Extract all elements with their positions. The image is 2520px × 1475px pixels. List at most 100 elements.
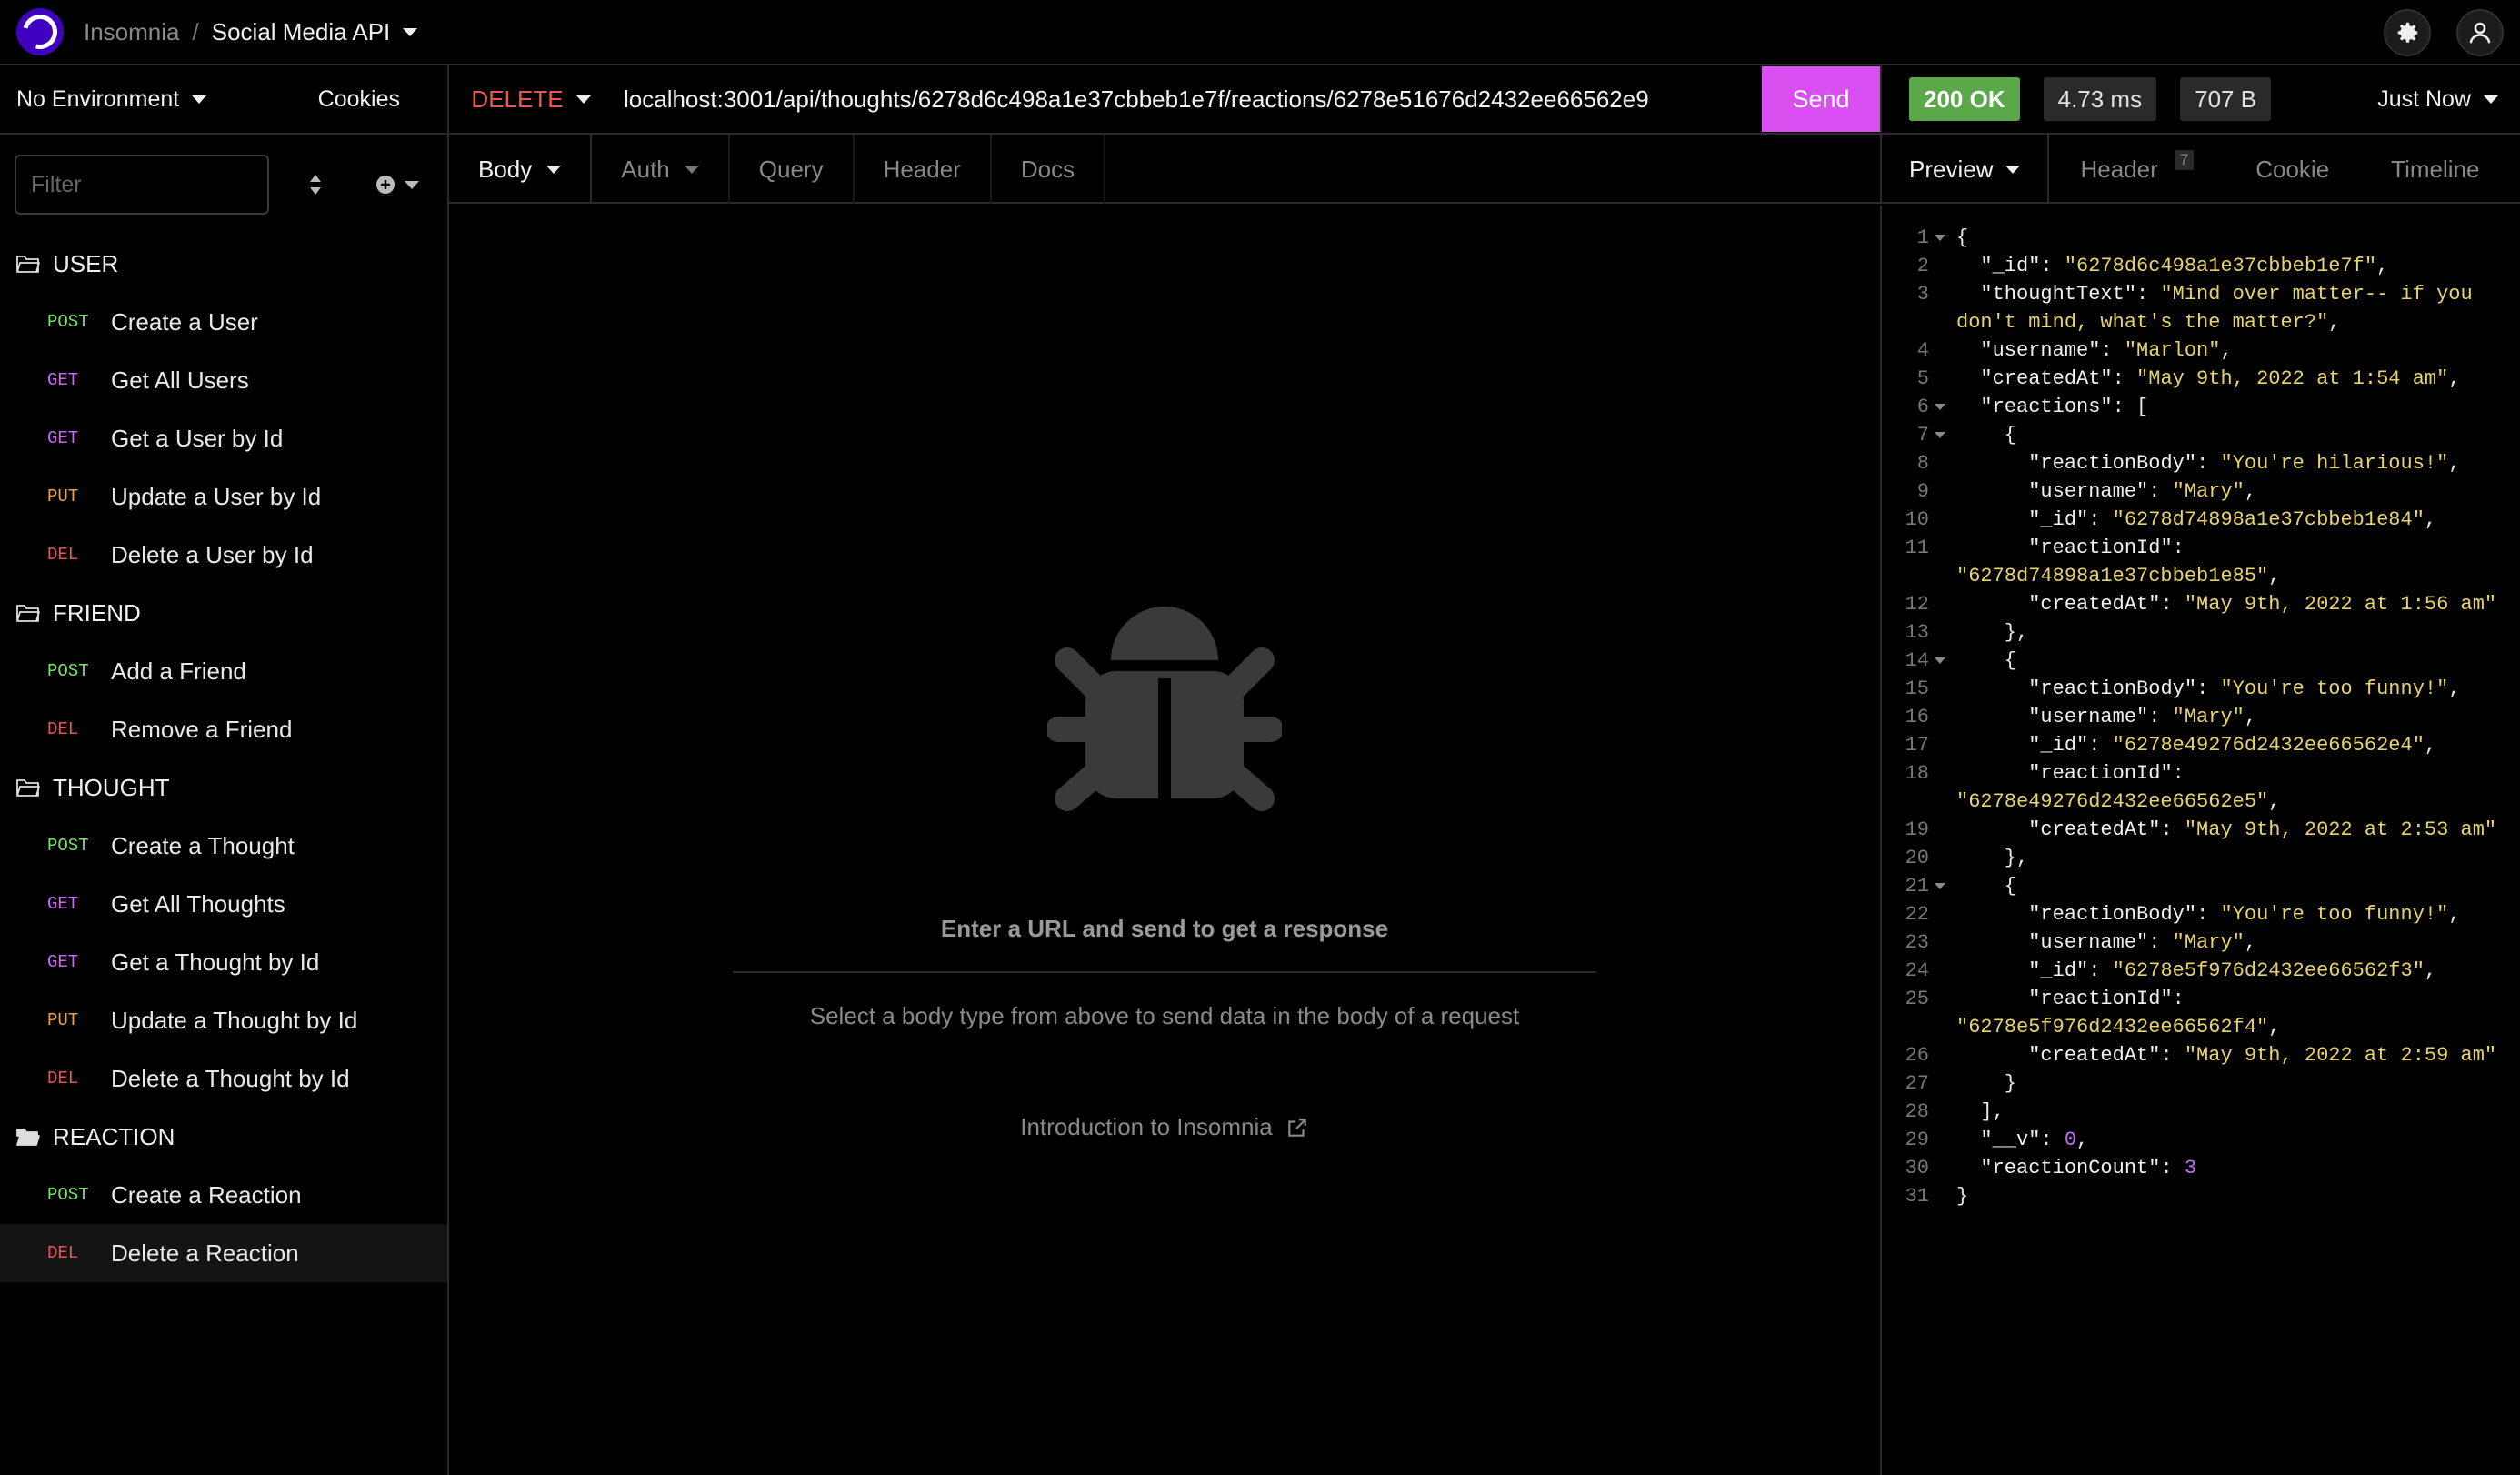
tab-cookie[interactable]: Cookie <box>2225 135 2360 204</box>
code-token: }, <box>1956 847 2029 869</box>
divider <box>733 971 1596 973</box>
tab-auth[interactable]: Auth <box>592 135 730 204</box>
sort-icon[interactable] <box>284 155 347 215</box>
code-line: 17 "_id": "6278e49276d2432ee66562e4", <box>1882 731 2518 759</box>
cookies-button[interactable]: Cookies <box>318 86 400 113</box>
folder-reaction[interactable]: REACTION <box>0 1108 447 1166</box>
fold-arrow-icon[interactable] <box>1935 432 1945 438</box>
folder-icon <box>16 605 40 622</box>
tab-preview[interactable]: Preview <box>1882 135 2050 204</box>
tab-docs[interactable]: Docs <box>992 135 1106 204</box>
code-token: "Mary" <box>2172 706 2245 728</box>
sidebar-item-request[interactable]: DEL Delete a Thought by Id <box>0 1049 447 1108</box>
folder-label: REACTION <box>53 1122 175 1150</box>
method-label: DELETE <box>471 85 564 113</box>
code-line: 4 "username": "Marlon", <box>1882 336 2518 365</box>
sidebar-item-request[interactable]: DEL Delete a User by Id <box>0 526 447 584</box>
code-token: : <box>2196 452 2221 475</box>
code-token: "reactionBody" <box>2028 903 2197 926</box>
code-token: "May 9th, 2022 at 2:59 am" <box>2184 1044 2497 1067</box>
code-text: "6278e49276d2432ee66562e5", <box>1956 788 2280 816</box>
code-token: , <box>2448 367 2461 390</box>
sidebar-item-request[interactable]: DEL Remove a Friend <box>0 700 447 758</box>
sidebar-item-request[interactable]: PUT Update a User by Id <box>0 467 447 526</box>
sidebar-item-request[interactable]: GET Get All Thoughts <box>0 875 447 933</box>
code-token: "Mary" <box>2172 480 2245 503</box>
filter-input[interactable] <box>15 155 269 215</box>
code-token: "6278d6c498a1e37cbbeb1e7f" <box>2064 255 2377 277</box>
url-input[interactable]: localhost:3001/api/thoughts/6278d6c498a1… <box>613 85 1762 114</box>
method-badge: PUT <box>47 487 79 507</box>
code-line: 21 { <box>1882 872 2518 900</box>
tab-response-header[interactable]: Header 7 <box>2049 135 2225 204</box>
breadcrumb-org[interactable]: Insomnia <box>84 18 180 46</box>
send-button[interactable]: Send <box>1762 66 1880 132</box>
chevron-down-icon[interactable] <box>403 27 418 36</box>
add-request-button[interactable] <box>362 155 433 215</box>
code-token: 0 <box>2064 1129 2077 1151</box>
folder-icon <box>16 1129 40 1146</box>
code-token: : <box>2160 593 2185 616</box>
code-token: "_id" <box>2028 508 2089 531</box>
tab-header[interactable]: Header <box>855 135 992 204</box>
line-number: 29 <box>1905 1129 1929 1151</box>
empty-state-title: Enter a URL and send to get a response <box>940 915 1389 942</box>
fold-arrow-icon[interactable] <box>1935 657 1945 664</box>
gear-icon[interactable] <box>2384 9 2431 56</box>
fold-arrow-icon[interactable] <box>1935 883 1945 889</box>
fold-arrow-icon[interactable] <box>1935 235 1945 241</box>
code-token: , <box>2244 706 2257 728</box>
folder-thought[interactable]: THOUGHT <box>0 758 447 817</box>
top-actions <box>2384 0 2520 65</box>
method-badge: POST <box>47 312 89 332</box>
sidebar-item-request[interactable]: GET Get a User by Id <box>0 409 447 467</box>
line-number: 18 <box>1905 762 1929 785</box>
code-token: : <box>2196 677 2221 700</box>
tab-query[interactable]: Query <box>730 135 855 204</box>
code-token: "You're too funny!" <box>2220 677 2449 700</box>
tab-timeline[interactable]: Timeline <box>2360 135 2510 204</box>
sidebar-item-request[interactable]: DEL Delete a Reaction <box>0 1224 447 1282</box>
tab-body[interactable]: Body <box>449 135 593 204</box>
folder-user[interactable]: USER <box>0 235 447 293</box>
sidebar-item-request[interactable]: GET Get All Users <box>0 351 447 409</box>
code-token: "6278e5f976d2432ee66562f3" <box>2112 959 2425 982</box>
code-token: "thoughtText" <box>1980 283 2137 306</box>
plus-circle-icon <box>375 176 395 194</box>
intro-link[interactable]: Introduction to Insomnia <box>449 1113 1880 1141</box>
code-token: "_id" <box>1980 255 2041 277</box>
insomnia-logo-icon[interactable] <box>16 8 64 55</box>
code-token: "createdAt" <box>2028 1044 2161 1067</box>
code-token: : <box>2148 706 2173 728</box>
sidebar-item-request[interactable]: POST Create a Thought <box>0 817 447 875</box>
code-text: "6278d74898a1e37cbbeb1e85", <box>1956 562 2280 590</box>
chevron-down-icon <box>404 180 419 189</box>
code-token: "createdAt" <box>2028 818 2161 841</box>
code-line: 23 "username": "Mary", <box>1882 928 2518 957</box>
code-token: "reactionId" <box>2028 537 2173 559</box>
request-label: Create a User <box>111 307 258 336</box>
account-icon[interactable] <box>2456 9 2504 56</box>
code-line: 1{ <box>1882 224 2518 252</box>
environment-select[interactable]: No Environment <box>16 86 207 113</box>
sidebar-item-request[interactable]: PUT Update a Thought by Id <box>0 991 447 1049</box>
fold-arrow-icon[interactable] <box>1935 404 1945 410</box>
line-number: 6 <box>1916 396 1929 418</box>
method-badge: GET <box>47 370 79 390</box>
method-select[interactable]: DELETE <box>449 65 613 134</box>
sidebar-item-request[interactable]: POST Create a Reaction <box>0 1166 447 1224</box>
history-dropdown[interactable]: Just Now <box>2377 86 2498 113</box>
request-label: Create a Thought <box>111 831 295 859</box>
sidebar-item-request[interactable]: POST Add a Friend <box>0 642 447 700</box>
code-token: , <box>2376 255 2389 277</box>
breadcrumb-project[interactable]: Social Media API <box>212 18 391 46</box>
sidebar-item-request[interactable]: GET Get a Thought by Id <box>0 933 447 991</box>
chevron-down-icon <box>2005 165 2021 174</box>
tab-auth-label: Auth <box>621 155 670 183</box>
code-token: : <box>2172 537 2185 559</box>
response-preview[interactable]: 1{2 "_id": "6278d6c498a1e37cbbeb1e7f", 3 … <box>1880 206 2520 1475</box>
folder-friend[interactable]: FRIEND <box>0 584 447 642</box>
sidebar-item-request[interactable]: POST Create a User <box>0 293 447 351</box>
